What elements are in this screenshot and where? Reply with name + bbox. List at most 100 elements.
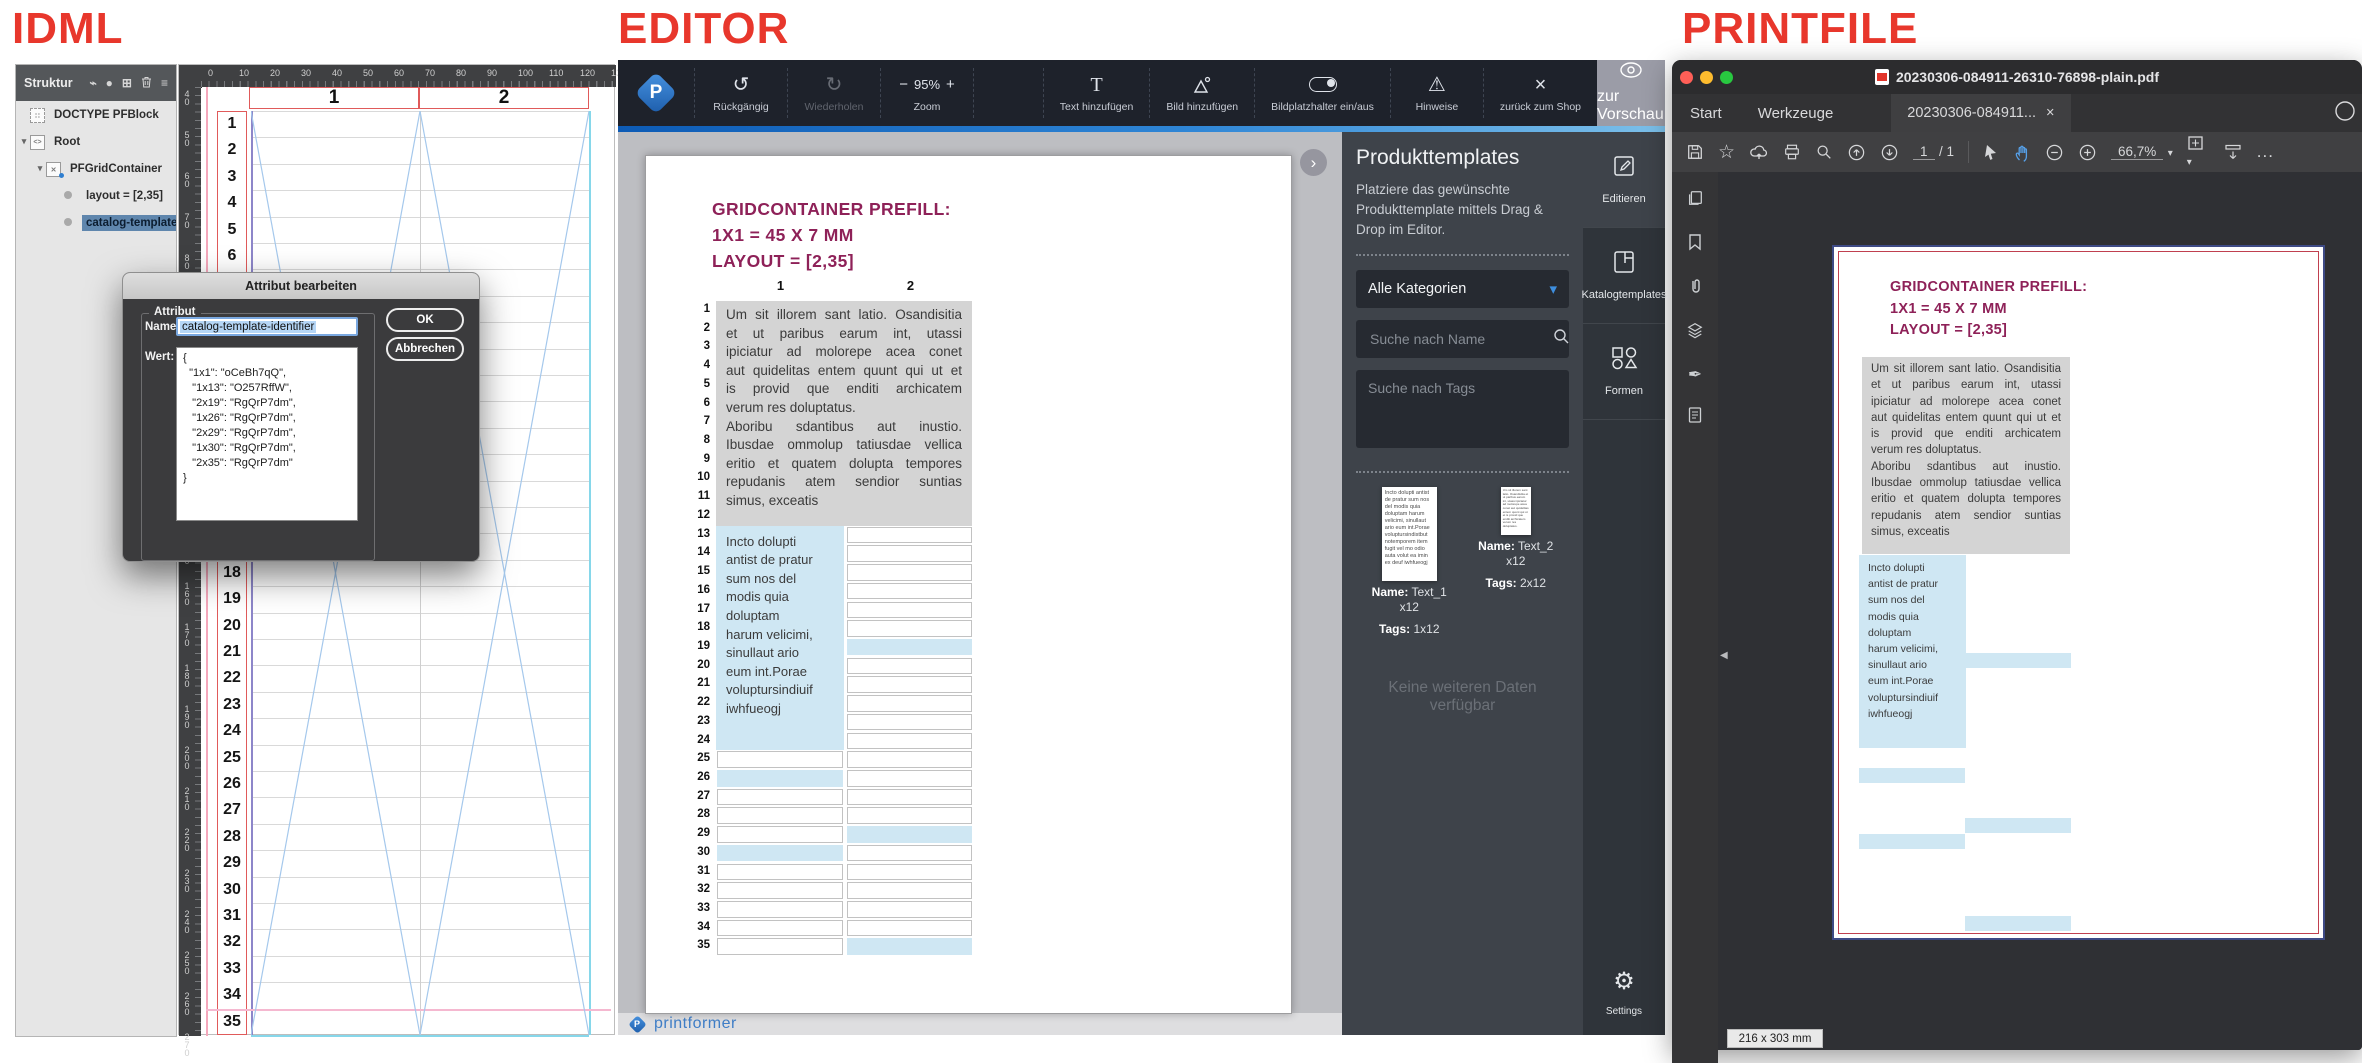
page-thumbnails-icon[interactable] — [1686, 189, 1704, 212]
grid-cell-empty[interactable] — [717, 826, 843, 843]
search-icon[interactable] — [1815, 143, 1833, 161]
grid-cell-empty[interactable] — [847, 695, 972, 712]
tab-start[interactable]: Start — [1672, 105, 1740, 122]
grid-cell-empty[interactable] — [717, 789, 843, 806]
fit-width-icon[interactable] — [2223, 143, 2243, 161]
grid-cell-empty[interactable] — [847, 770, 972, 787]
gray-text-block[interactable]: Um sit illorem sant latio. Osandisitiaet… — [716, 301, 972, 526]
document-notes-icon[interactable] — [1687, 406, 1703, 429]
zoom-out-icon[interactable] — [2045, 143, 2064, 162]
grid-cell-empty[interactable] — [847, 676, 972, 693]
grid-cell-empty[interactable] — [847, 583, 972, 600]
redo-button[interactable]: ↻ Wiederholen — [788, 60, 880, 126]
previous-page-icon[interactable] — [1847, 143, 1866, 162]
validate-icon[interactable]: ⌁ — [89, 76, 96, 90]
search-tags-input[interactable] — [1356, 370, 1569, 448]
bookmarks-icon[interactable] — [1687, 233, 1703, 256]
grid-cell-empty[interactable] — [847, 751, 972, 768]
page-number-input[interactable]: 1 — [1913, 144, 1935, 160]
tab-werkzeuge[interactable]: Werkzeuge — [1740, 105, 1852, 122]
grid-cell-filled[interactable] — [847, 639, 972, 656]
grid-cell-filled[interactable] — [717, 845, 843, 862]
template-card[interactable]: Um sit illorem sant latio. Osandisitia e… — [1463, 487, 1570, 591]
wert-textarea[interactable]: { "1x1": "oCeBh7qQ", "1x13": "O257RffW",… — [176, 347, 358, 521]
grid-cell-empty[interactable] — [717, 807, 843, 824]
grid-cell-filled[interactable] — [717, 770, 843, 787]
search-name-field[interactable] — [1356, 320, 1569, 358]
tree-item[interactable]: ∷DOCTYPE PFBlock — [16, 101, 176, 128]
dialog-title[interactable]: Attribut bearbeiten — [123, 273, 479, 299]
editor-document[interactable]: GRIDCONTAINER PREFILL: 1X1 = 45 X 7 MM L… — [645, 155, 1292, 1014]
grid-cell-empty[interactable] — [847, 920, 972, 937]
grid-cell-empty[interactable] — [847, 714, 972, 731]
zoom-value[interactable]: 95% — [914, 75, 940, 95]
grid-cell-empty[interactable] — [847, 527, 972, 544]
grid-cell-empty[interactable] — [847, 882, 972, 899]
grid-cell-empty[interactable] — [717, 920, 843, 937]
notes-button[interactable]: ⚠ Hinweise — [1391, 60, 1483, 126]
record-icon[interactable]: ● — [106, 76, 113, 90]
layers-icon[interactable] — [1686, 321, 1704, 344]
more-tools-icon[interactable]: ... — [2257, 142, 2274, 162]
document-tab[interactable]: 20230306-084911... × — [1891, 94, 2070, 132]
grid-cell-empty[interactable] — [847, 564, 972, 581]
tab-katalogtemplates[interactable]: Katalogtemplates — [1583, 228, 1665, 324]
grid-cell-empty[interactable] — [847, 845, 972, 862]
search-name-input[interactable] — [1368, 330, 1553, 348]
panel-menu-icon[interactable]: ≡ — [161, 76, 168, 90]
add-icon[interactable]: ⊞ — [122, 76, 132, 90]
grid-cell-empty[interactable] — [847, 807, 972, 824]
grid-cell-empty[interactable] — [717, 751, 843, 768]
zoom-in-icon[interactable] — [2078, 143, 2097, 162]
grid-cell-empty[interactable] — [847, 620, 972, 637]
template-card[interactable]: Incto dolupti antist de pratur sum nos d… — [1356, 487, 1463, 637]
grid-cell-empty[interactable] — [717, 864, 843, 881]
tree-chevron-icon[interactable]: ▾ — [34, 163, 46, 174]
grid-cell-empty[interactable] — [717, 882, 843, 899]
panel-collapse-button[interactable]: › — [1300, 149, 1327, 176]
print-icon[interactable] — [1783, 143, 1801, 161]
grid-cell-empty[interactable] — [717, 901, 843, 918]
fit-page-icon[interactable]: ▾ — [2187, 134, 2209, 170]
grid-cell-empty[interactable] — [847, 733, 972, 750]
tab-editieren[interactable]: Editieren — [1583, 132, 1665, 228]
signature-icon[interactable]: ✒ — [1688, 365, 1702, 385]
cloud-upload-icon[interactable] — [1749, 143, 1769, 161]
category-dropdown[interactable]: Alle Kategorien ▾ — [1356, 270, 1569, 308]
tab-close-icon[interactable]: × — [2046, 105, 2054, 121]
panel-collapse-arrow[interactable]: ◀ — [1720, 650, 1728, 661]
back-to-shop-button[interactable]: × zurück zum Shop — [1484, 60, 1597, 126]
tree-item[interactable]: ▾✕PFGridContainer — [16, 155, 176, 182]
cancel-button[interactable]: Abbrechen — [386, 337, 464, 361]
grid-cell-empty[interactable] — [717, 938, 843, 955]
image-placeholder-toggle[interactable]: Bildplatzhalter ein/aus — [1255, 60, 1390, 126]
tree-item[interactable]: catalog-template-identifier = — [16, 209, 176, 236]
select-tool-icon[interactable] — [1983, 143, 1999, 161]
undo-button[interactable]: ↺ Rückgängig — [695, 60, 787, 126]
template-thumbnail[interactable]: Incto dolupti antist de pratur sum nos d… — [1382, 487, 1437, 581]
zoom-in-icon[interactable]: + — [946, 75, 955, 95]
next-page-icon[interactable] — [1880, 143, 1899, 162]
tab-formen[interactable]: Formen — [1583, 324, 1665, 420]
grid-cell-empty[interactable] — [847, 789, 972, 806]
zoom-value-input[interactable]: 66,7% — [2111, 144, 2163, 160]
grid-cell-empty[interactable] — [847, 864, 972, 881]
trash-icon[interactable] — [141, 76, 152, 91]
add-text-button[interactable]: T Text hinzufügen — [1044, 60, 1150, 126]
grid-cell-empty[interactable] — [847, 901, 972, 918]
account-icon[interactable] — [2334, 100, 2356, 126]
pdf-page[interactable]: GRIDCONTAINER PREFILL: 1X1 = 45 X 7 MM L… — [1832, 245, 2325, 940]
preview-button[interactable]: zur Vorschau — [1597, 60, 1665, 126]
grid-cell-empty[interactable] — [847, 545, 972, 562]
tree-chevron-icon[interactable]: ▾ — [18, 136, 30, 147]
name-input[interactable]: catalog-template-identifier — [176, 317, 358, 336]
add-image-button[interactable]: Bild hinzufügen — [1150, 60, 1254, 126]
tree-item[interactable]: ▾<>Root — [16, 128, 176, 155]
blue-text-block[interactable]: Incto doluptiantist de pratursum nos del… — [716, 526, 844, 751]
template-thumbnail[interactable]: Um sit illorem sant latio. Osandisitia e… — [1501, 487, 1531, 535]
star-icon[interactable]: ☆ — [1718, 141, 1735, 164]
save-icon[interactable] — [1686, 143, 1704, 161]
zoom-out-icon[interactable]: − — [899, 75, 908, 95]
grid-cell-filled[interactable] — [847, 826, 972, 843]
ok-button[interactable]: OK — [386, 308, 464, 332]
